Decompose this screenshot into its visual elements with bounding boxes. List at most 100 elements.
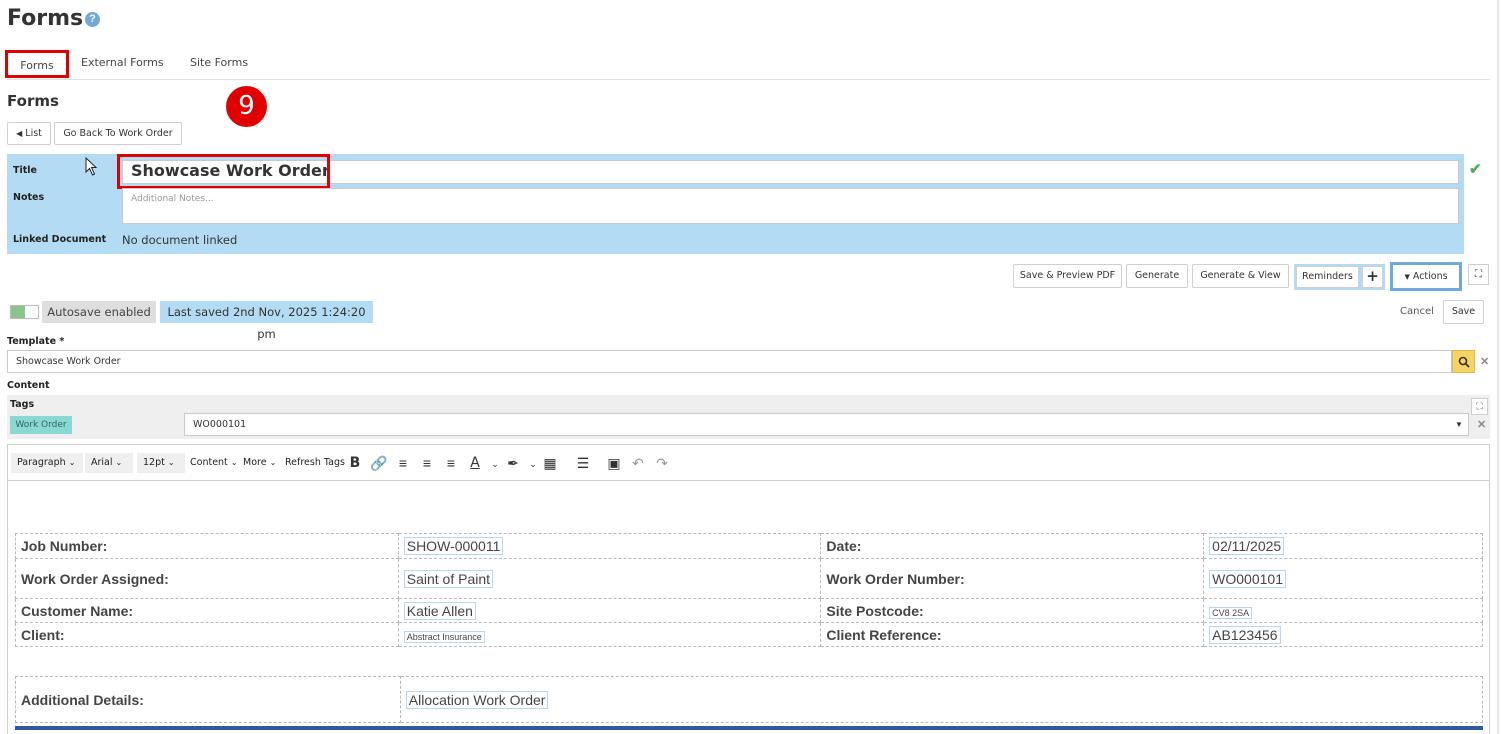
chevron-down-icon: ⌄ bbox=[269, 458, 277, 467]
tab-forms[interactable]: Forms bbox=[5, 50, 69, 78]
table-value: WO000101 bbox=[1203, 558, 1483, 599]
font-size-label: 12pt bbox=[143, 457, 165, 468]
save-button[interactable]: Save bbox=[1443, 300, 1484, 324]
chevron-down-icon: ⌄ bbox=[115, 458, 123, 467]
merge-field[interactable]: 02/11/2025 bbox=[1209, 537, 1285, 555]
merge-field[interactable]: SHOW-000011 bbox=[403, 537, 504, 555]
generate-button[interactable]: Generate bbox=[1126, 264, 1188, 288]
list-button[interactable]: ◀ List bbox=[7, 122, 51, 145]
linked-document-label: Linked Document bbox=[13, 234, 107, 245]
title-label: Title bbox=[13, 165, 37, 176]
list-button-label: List bbox=[25, 128, 42, 139]
image-icon[interactable]: ▣ bbox=[605, 455, 623, 472]
save-preview-pdf-button[interactable]: Save & Preview PDF bbox=[1013, 264, 1122, 288]
chevron-down-icon: ⌄ bbox=[68, 458, 76, 467]
title-highlight-box bbox=[117, 154, 330, 189]
table-label: Client Reference: bbox=[820, 622, 1205, 647]
template-search-button[interactable] bbox=[1452, 350, 1475, 373]
table-value: 02/11/2025 bbox=[1203, 533, 1483, 559]
list-icon[interactable]: ☰ bbox=[574, 455, 592, 472]
template-input[interactable]: Showcase Work Order bbox=[7, 350, 1452, 373]
redo-icon[interactable]: ↷ bbox=[653, 455, 671, 472]
tags-label: Tags bbox=[10, 399, 35, 410]
tab-site-forms[interactable]: Site Forms bbox=[190, 50, 248, 78]
details-table: Job Number: SHOW-000011 Date: 02/11/2025… bbox=[15, 533, 1483, 647]
caret-left-icon: ◀ bbox=[16, 129, 23, 138]
tag-value-select[interactable]: WO000101 bbox=[184, 413, 1469, 436]
chevron-down-icon[interactable]: ⌄ bbox=[524, 459, 542, 470]
actions-label: Actions bbox=[1412, 271, 1448, 282]
table-row: Customer Name: Katie Allen Site Postcode… bbox=[15, 598, 1483, 623]
last-saved-status: Last saved 2nd Nov, 2025 1:24:20 pm bbox=[160, 301, 373, 341]
table-label: Work Order Number: bbox=[820, 558, 1205, 599]
refresh-tags-button[interactable]: Refresh Tags bbox=[285, 457, 345, 468]
add-reminder-button[interactable]: + bbox=[1362, 266, 1383, 288]
table-label: Job Number: bbox=[15, 533, 399, 559]
table-label: Client: bbox=[15, 622, 399, 647]
paragraph-dropdown[interactable]: Paragraph ⌄ bbox=[11, 453, 83, 473]
section-title: Forms bbox=[7, 92, 59, 110]
paragraph-dropdown-label: Paragraph bbox=[17, 457, 66, 468]
table-label: Site Postcode: bbox=[820, 598, 1205, 623]
content-label: Content bbox=[7, 380, 50, 391]
clear-template-icon[interactable]: ✕ bbox=[1480, 355, 1489, 368]
merge-field[interactable]: AB123456 bbox=[1209, 625, 1281, 644]
actions-button[interactable]: ▼ Actions bbox=[1390, 262, 1462, 291]
generate-view-button[interactable]: Generate & View bbox=[1192, 264, 1289, 288]
undo-icon[interactable]: ↶ bbox=[629, 455, 647, 472]
table-label: Work Order Assigned: bbox=[15, 558, 399, 599]
notes-label: Notes bbox=[13, 192, 45, 203]
reminders-button[interactable]: Reminders bbox=[1296, 266, 1359, 288]
help-icon[interactable]: ? bbox=[85, 12, 100, 27]
merge-field[interactable]: Katie Allen bbox=[403, 601, 476, 620]
caret-down-icon[interactable]: ▼ bbox=[1455, 420, 1463, 429]
table-row: Client: Abstract Insurance Client Refere… bbox=[15, 622, 1483, 647]
align-center-icon[interactable]: ≡ bbox=[418, 455, 436, 471]
merge-field[interactable]: Abstract Insurance bbox=[403, 630, 485, 643]
font-family-dropdown[interactable]: Arial ⌄ bbox=[85, 453, 133, 473]
template-label: Template * bbox=[7, 336, 65, 347]
table-icon[interactable]: ▦ bbox=[541, 455, 559, 472]
linked-document-value: No document linked bbox=[122, 233, 238, 247]
check-icon: ✔ bbox=[1469, 161, 1482, 178]
chevron-down-icon[interactable]: ⌄ bbox=[486, 459, 504, 470]
more-menu-label: More bbox=[243, 457, 267, 468]
table-value: SHOW-000011 bbox=[397, 533, 822, 559]
go-back-button[interactable]: Go Back To Work Order bbox=[54, 122, 182, 145]
table-value: Saint of Paint bbox=[397, 558, 822, 599]
tab-external-forms[interactable]: External Forms bbox=[81, 50, 164, 78]
link-icon[interactable]: 🔗 bbox=[370, 455, 388, 472]
merge-field[interactable]: Saint of Paint bbox=[403, 569, 494, 588]
fullscreen-icon[interactable]: ⛶ bbox=[1471, 398, 1488, 415]
table-label: Additional Details: bbox=[15, 676, 401, 723]
notes-input[interactable]: Additional Notes... bbox=[122, 188, 1459, 224]
scrollbar-track[interactable] bbox=[1497, 0, 1499, 734]
autosave-toggle-knob bbox=[11, 306, 25, 318]
tabs-divider bbox=[7, 79, 1490, 80]
table-value: Allocation Work Order bbox=[399, 676, 1484, 723]
font-family-label: Arial bbox=[91, 457, 113, 468]
table-row: Additional Details: Allocation Work Orde… bbox=[15, 676, 1484, 723]
font-size-dropdown[interactable]: 12pt ⌄ bbox=[137, 453, 185, 473]
align-left-icon[interactable]: ≡ bbox=[394, 455, 412, 471]
clear-tag-icon[interactable]: ✕ bbox=[1477, 418, 1486, 431]
table-value: Abstract Insurance bbox=[397, 622, 822, 647]
content-menu[interactable]: Content ⌄ bbox=[190, 457, 238, 468]
fullscreen-icon[interactable]: ⛶ bbox=[1468, 264, 1489, 285]
align-right-icon[interactable]: ≡ bbox=[442, 455, 460, 471]
tag-chip-work-order[interactable]: Work Order bbox=[10, 416, 72, 434]
mouse-cursor-icon bbox=[85, 157, 98, 176]
more-menu[interactable]: More ⌄ bbox=[243, 457, 276, 468]
cancel-button[interactable]: Cancel bbox=[1400, 306, 1434, 317]
merge-field[interactable]: WO000101 bbox=[1209, 569, 1286, 588]
table-row: Work Order Assigned: Saint of Paint Work… bbox=[15, 558, 1483, 599]
merge-field[interactable]: CV8 2SA bbox=[1209, 606, 1253, 619]
caret-down-icon: ▼ bbox=[1404, 273, 1410, 281]
chevron-down-icon: ⌄ bbox=[167, 458, 175, 467]
text-color-icon[interactable]: A bbox=[466, 455, 484, 471]
bold-icon[interactable]: B bbox=[346, 455, 364, 471]
merge-field[interactable]: Allocation Work Order bbox=[405, 690, 549, 709]
highlight-icon[interactable]: ✒ bbox=[504, 455, 522, 472]
page-title: Forms bbox=[7, 6, 84, 31]
table-value: Katie Allen bbox=[397, 598, 822, 623]
